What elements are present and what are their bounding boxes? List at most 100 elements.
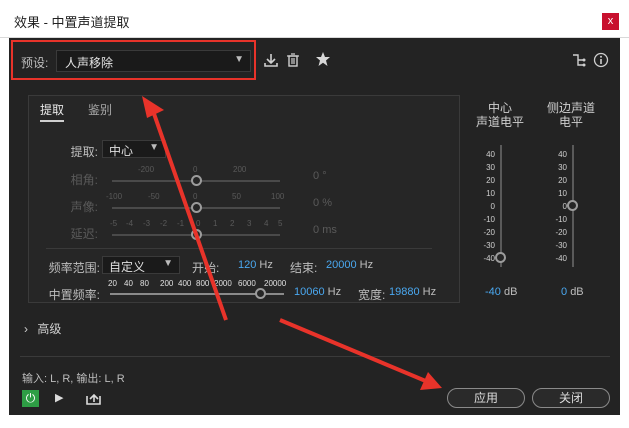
trash-icon[interactable] — [284, 52, 302, 71]
preset-label: 预设: — [21, 56, 49, 70]
center-meter-value: -40 — [485, 286, 501, 298]
delay-scale-label: -5 — [110, 219, 118, 228]
center-meter-readout[interactable]: -40 dB — [485, 286, 517, 298]
power-icon[interactable]: ⏻ — [22, 390, 39, 407]
play-icon[interactable]: ▶ — [55, 391, 63, 404]
width-field[interactable]: 19880 Hz — [389, 286, 436, 298]
center-freq-scale-label: 400 — [178, 279, 192, 288]
start-freq-value: 120 — [238, 259, 257, 271]
width-value: 19880 — [389, 286, 420, 298]
delay-scale-label: -3 — [143, 219, 151, 228]
side-meter-tick: -40 — [555, 254, 567, 263]
star-icon[interactable] — [314, 51, 332, 70]
side-meter-handle[interactable] — [567, 200, 578, 211]
start-freq-field[interactable]: 120 Hz — [238, 259, 273, 271]
delay-scale-label: 1 — [213, 219, 218, 228]
center-meter-unit: dB — [503, 286, 518, 298]
chevron-down-icon: ▼ — [234, 54, 244, 65]
footer-divider — [20, 356, 610, 357]
side-meter-unit: dB — [570, 286, 584, 298]
center-freq-scale-label: 800 — [196, 279, 210, 288]
center-meter-tick: -40 — [483, 254, 495, 263]
end-freq-value: 20000 — [326, 259, 357, 271]
delay-scale-label: 2 — [230, 219, 235, 228]
center-freq-scale-label: 20000 — [264, 279, 287, 288]
delay-scale-label: 0 — [196, 219, 201, 228]
save-preset-icon[interactable] — [262, 52, 280, 71]
side-meter-title-line1: 侧边声道 — [546, 101, 595, 115]
delay-scale-label: -2 — [160, 219, 168, 228]
advanced-toggle[interactable]: › 高级 — [24, 320, 61, 337]
extract-label: 提取: — [70, 145, 98, 159]
width-unit: Hz — [422, 286, 437, 298]
phase-scale-label: 200 — [233, 165, 247, 174]
end-freq-unit: Hz — [359, 259, 374, 271]
phase-value: 0 ° — [313, 170, 327, 182]
delay-slider-handle[interactable] — [191, 229, 202, 240]
center-meter-tick: 20 — [486, 176, 495, 185]
phase-slider-handle[interactable] — [191, 175, 202, 186]
panel-divider — [46, 248, 432, 249]
center-freq-scale-label: 20 — [108, 279, 117, 288]
pan-slider-handle[interactable] — [191, 202, 202, 213]
center-freq-label: 中置频率: — [48, 288, 100, 302]
center-freq-field[interactable]: 10060 Hz — [294, 286, 341, 298]
side-meter-readout[interactable]: 0 dB — [561, 286, 584, 298]
pan-value-number: 0 — [313, 197, 320, 209]
window-title: 效果 - 中置声道提取 — [14, 15, 130, 30]
center-meter-tick: 10 — [486, 189, 495, 198]
pan-scale-label: 0 — [193, 192, 198, 201]
center-meter-handle[interactable] — [495, 252, 506, 263]
pan-scale: -100 -50 0 50 100 — [106, 192, 286, 202]
side-meter-tick: 30 — [558, 163, 567, 172]
pan-scale-label: 50 — [232, 192, 241, 201]
center-freq-unit: Hz — [327, 286, 342, 298]
apply-button[interactable]: 应用 — [447, 388, 525, 408]
tab-discriminate[interactable]: 鉴别 — [88, 101, 112, 118]
pan-unit: % — [322, 197, 332, 209]
export-icon[interactable] — [86, 391, 101, 408]
tab-extract[interactable]: 提取 — [40, 101, 65, 122]
side-meter-tick: 40 — [558, 150, 567, 159]
phase-unit: ° — [322, 170, 327, 182]
preset-dropdown[interactable]: 人声移除 ▼ — [56, 50, 251, 72]
chevron-down-icon: ▼ — [149, 142, 159, 153]
phase-scale: -200 0 200 — [110, 165, 280, 175]
center-freq-scale-label: 200 — [160, 279, 174, 288]
end-freq-field[interactable]: 20000 Hz — [326, 259, 373, 271]
freq-range-dropdown[interactable]: 自定义 ▼ — [102, 256, 180, 274]
routing-icon[interactable] — [570, 52, 588, 71]
pan-scale-label: 100 — [271, 192, 285, 201]
side-meter-tick: 20 — [558, 176, 567, 185]
center-meter-tick: 0 — [490, 202, 495, 211]
info-icon[interactable] — [592, 52, 610, 71]
side-meter-tick: 10 — [558, 189, 567, 198]
center-meter-tick: -10 — [483, 215, 495, 224]
start-label: 开始: — [192, 261, 220, 275]
center-meter-title-line2: 声道电平 — [475, 115, 524, 129]
center-meter-track[interactable] — [500, 145, 502, 267]
center-freq-scale-label: 80 — [140, 279, 149, 288]
phase-label: 相角: — [70, 173, 98, 187]
center-freq-slider-handle[interactable] — [255, 288, 266, 299]
io-channels: 输入: L, R, 输出: L, R — [22, 373, 125, 385]
side-meter-value: 0 — [561, 286, 568, 298]
delay-scale-label: -1 — [177, 219, 185, 228]
chevron-right-icon: › — [24, 322, 28, 336]
close-button[interactable]: 关闭 — [532, 388, 610, 408]
preset-value: 人声移除 — [65, 56, 114, 70]
close-window-button[interactable]: x — [602, 13, 619, 30]
side-meter-tick: -30 — [555, 241, 567, 250]
extract-dropdown[interactable]: 中心 ▼ — [102, 140, 166, 158]
title-bar: 效果 - 中置声道提取 x — [0, 0, 629, 38]
center-meter-title-line1: 中心 — [487, 101, 512, 115]
center-freq-scale-label: 40 — [124, 279, 133, 288]
side-meter-tick: -20 — [555, 228, 567, 237]
center-freq-scale-label: 6000 — [238, 279, 256, 288]
phase-scale-label: -200 — [138, 165, 155, 174]
phase-scale-label: 0 — [193, 165, 198, 174]
delay-scale-label: 5 — [278, 219, 283, 228]
side-meter-title-line2: 电平 — [558, 115, 583, 129]
phase-value-number: 0 — [313, 170, 320, 182]
extract-value: 中心 — [109, 144, 134, 158]
